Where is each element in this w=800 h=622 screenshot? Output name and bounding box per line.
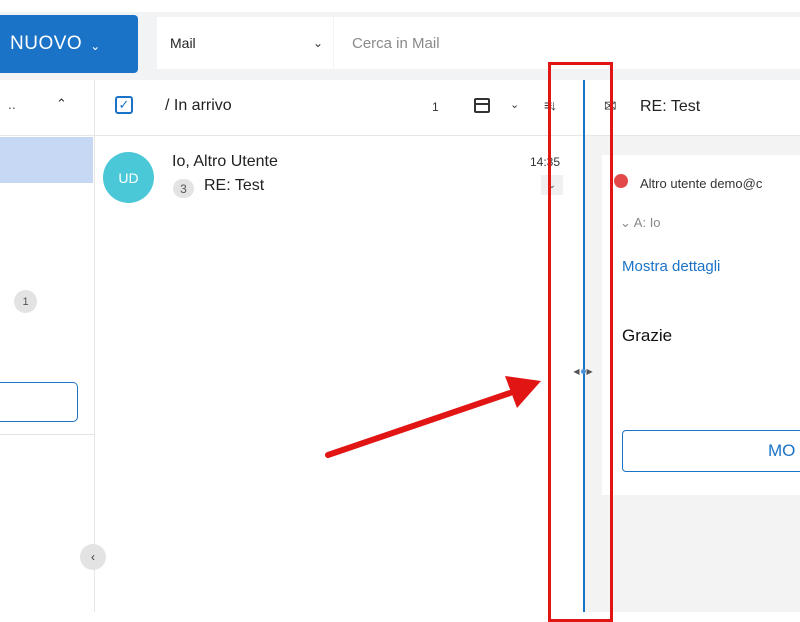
reading-subject: RE: Test xyxy=(640,98,701,115)
sender-name: Altro utente demo@c xyxy=(640,176,763,191)
layout-icon[interactable] xyxy=(474,98,490,113)
new-button[interactable]: NUOVO ⌄ xyxy=(0,15,138,73)
collapse-sidebar-button[interactable]: ‹ xyxy=(80,544,106,570)
search-scope-label: Mail xyxy=(170,35,196,51)
envelope-open-icon[interactable]: ✉ xyxy=(604,97,617,115)
search-input[interactable] xyxy=(334,17,800,69)
more-button[interactable]: MO xyxy=(622,430,800,472)
folder-title: / In arrivo xyxy=(165,97,232,114)
sidebar-count-badge: 1 xyxy=(14,290,37,313)
sidebar-item-selected[interactable] xyxy=(0,137,93,183)
sort-icon[interactable]: ≡↓ xyxy=(544,97,557,113)
sidebar-divider xyxy=(0,434,94,435)
pane-splitter[interactable] xyxy=(583,80,585,612)
message-time: 14:35 xyxy=(530,155,561,169)
resize-handle-icon[interactable]: ◀ ▶ xyxy=(568,365,598,377)
chevron-down-icon: ⌄ xyxy=(620,215,634,230)
message-actions-dropdown[interactable]: ⌄ xyxy=(541,175,563,195)
sidebar-input[interactable] xyxy=(0,382,78,422)
list-item[interactable] xyxy=(95,136,583,210)
checkmark-icon: ✓ xyxy=(118,97,130,112)
show-details-link[interactable]: Mostra dettagli xyxy=(622,258,720,275)
chevron-up-icon[interactable]: ⌃ xyxy=(56,96,67,112)
message-subject: RE: Test xyxy=(204,177,265,194)
arrow-right-icon: ▶ xyxy=(586,366,593,376)
sender-avatar xyxy=(614,174,628,188)
search-scope-select[interactable]: Mail ⌄ xyxy=(157,17,333,69)
chevron-down-icon: ⌄ xyxy=(90,39,101,53)
arrow-left-icon: ◀ xyxy=(573,366,580,376)
select-all-checkbox[interactable]: ✓ xyxy=(115,96,133,114)
handle-dot xyxy=(580,368,586,374)
chevron-left-icon: ‹ xyxy=(91,550,95,564)
chevron-down-icon[interactable]: ⌄ xyxy=(510,98,519,111)
message-body: Grazie xyxy=(622,326,673,345)
recipients-label: A: Io xyxy=(633,215,661,230)
thread-count-badge: 3 xyxy=(173,179,194,198)
sidebar-truncated-label: .. xyxy=(8,96,16,112)
recipients-row[interactable]: ⌄ A: Io xyxy=(620,215,661,231)
message-from: Io, Altro Utente xyxy=(172,153,278,170)
chevron-down-icon: ⌄ xyxy=(312,36,323,50)
top-strip xyxy=(0,0,800,12)
new-button-label: NUOVO xyxy=(10,33,83,54)
avatar: UD xyxy=(103,152,154,203)
chevron-down-icon: ⌄ xyxy=(547,179,557,191)
message-count: 1 xyxy=(432,100,439,114)
